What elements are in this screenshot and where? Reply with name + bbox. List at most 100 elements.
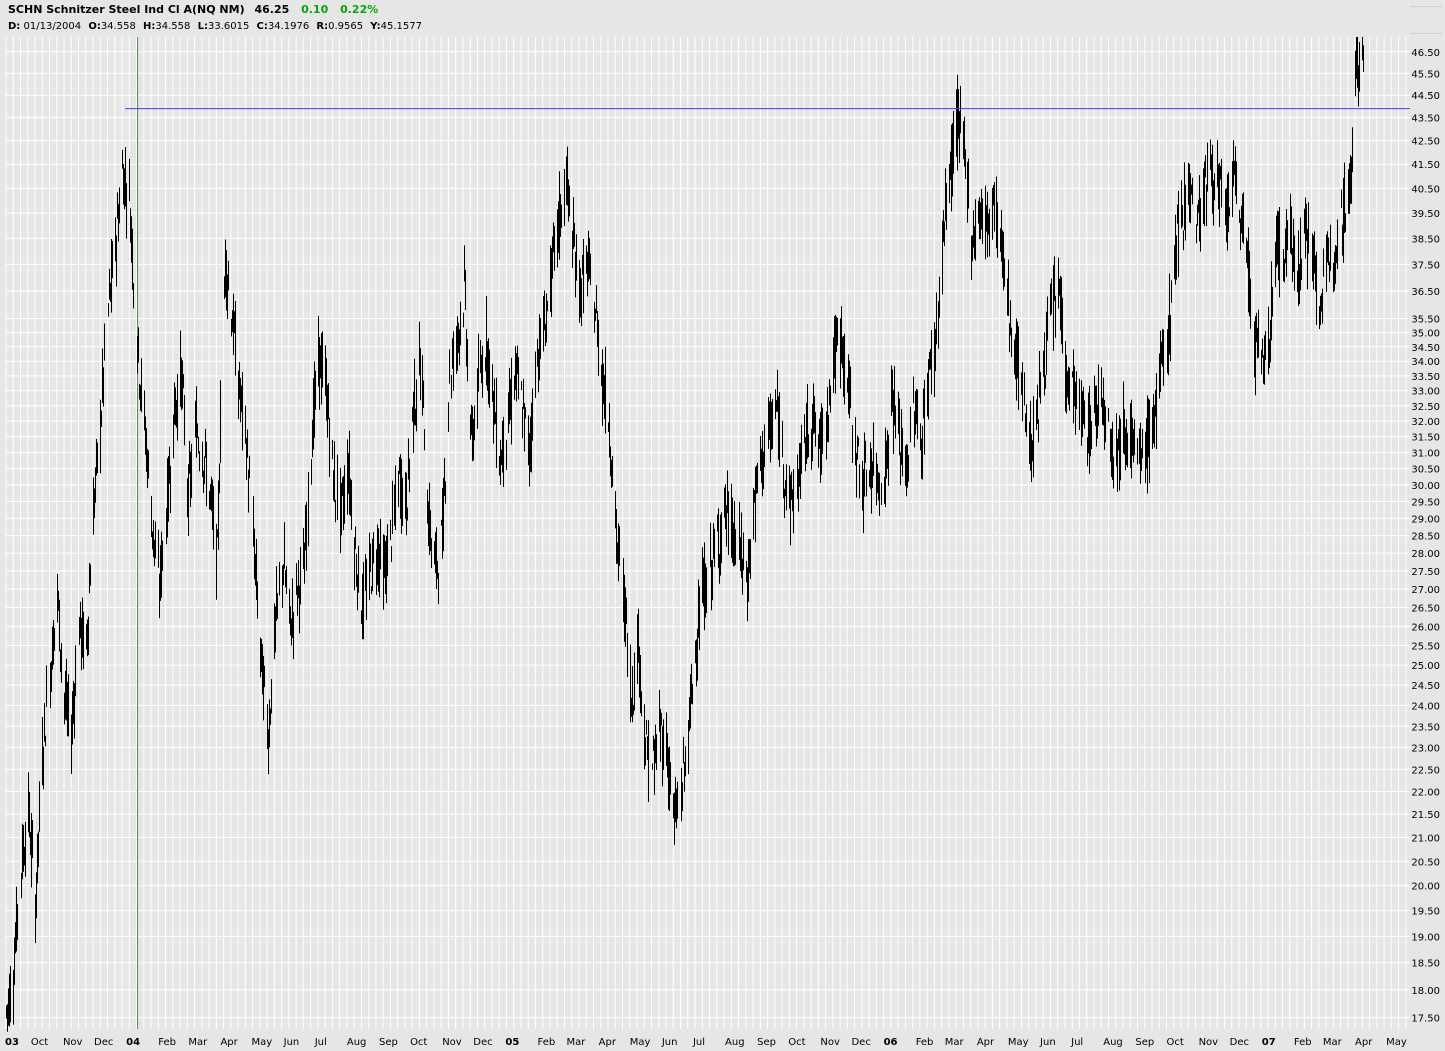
x-tick-label: Apr: [220, 1037, 238, 1048]
y-tick-label: 24.00: [1411, 701, 1440, 712]
y-tick-label: 27.00: [1411, 585, 1440, 596]
y-tick-label: 32.50: [1411, 402, 1440, 413]
y-tick-label: 25.00: [1411, 661, 1440, 672]
x-tick-label: Jul: [692, 1037, 705, 1048]
open-label: O:: [88, 21, 101, 32]
y-tick-label: 18.50: [1411, 959, 1440, 970]
x-tick-label: Feb: [1294, 1037, 1312, 1048]
y-tick-label: 37.50: [1411, 260, 1440, 271]
y-tick-label: 40.50: [1411, 184, 1440, 195]
x-tick-label: 07: [1262, 1037, 1276, 1048]
y-tick-label: 23.50: [1411, 722, 1440, 733]
x-tick-label: Oct: [788, 1037, 805, 1048]
x-tick-label: May: [252, 1037, 273, 1048]
y-tick-label: 42.50: [1411, 137, 1440, 148]
x-tick-label: Dec: [473, 1037, 492, 1048]
x-tick-label: Feb: [916, 1037, 934, 1048]
title-line: SCHN Schnitzer Steel Ind Cl A(NQ NM) 46.…: [8, 3, 378, 16]
x-tick-label: 04: [126, 1037, 140, 1048]
y-tick-label: 31.50: [1411, 433, 1440, 444]
y-tick-label: 32.00: [1411, 417, 1440, 428]
y-tick-label: 41.50: [1411, 160, 1440, 171]
y-tick-label: 19.00: [1411, 932, 1440, 943]
close-value: 34.1976: [267, 21, 310, 32]
x-tick-label: Oct: [1166, 1037, 1183, 1048]
x-tick-label: Dec: [1230, 1037, 1249, 1048]
y-tick-label: 33.50: [1411, 372, 1440, 383]
y-tick-label: 24.50: [1411, 681, 1440, 692]
y-tick-label: 46.50: [1411, 48, 1440, 59]
y-tick-label: 29.00: [1411, 514, 1440, 525]
y-tick-label: 36.50: [1411, 287, 1440, 298]
x-tick-label: May: [1386, 1037, 1407, 1048]
y-tick-label: 26.50: [1411, 604, 1440, 615]
y-tick-label: 34.00: [1411, 357, 1440, 368]
y-tick-label: 21.50: [1411, 810, 1440, 821]
date-label: D:: [8, 21, 21, 32]
chart-header: SCHN Schnitzer Steel Ind Cl A(NQ NM) 46.…: [0, 0, 1445, 37]
r-label: R:: [316, 21, 329, 32]
low-value: 33.6015: [207, 21, 250, 32]
x-tick-label: Nov: [1199, 1037, 1219, 1048]
x-tick-label: Apr: [1355, 1037, 1373, 1048]
x-tick-label: Aug: [1103, 1037, 1123, 1048]
x-tick-label: Feb: [538, 1037, 556, 1048]
x-tick-label: 03: [5, 1037, 19, 1048]
x-tick-label: Sep: [379, 1037, 398, 1048]
x-tick-label: 05: [505, 1037, 519, 1048]
price-chart[interactable]: 17.50 18.00 18.50 19.00 19.50 20.00 20.50 21.00…: [0, 37, 1445, 1051]
x-tick-label: Mar: [1323, 1037, 1343, 1048]
y-tick-label: 22.50: [1411, 765, 1440, 776]
y-value: 45.1577: [380, 21, 423, 32]
x-tick-label: Jun: [1039, 1037, 1056, 1048]
y-tick-label: 45.50: [1411, 69, 1440, 80]
x-tick-label: Aug: [725, 1037, 745, 1048]
y-tick-label: 20.00: [1411, 882, 1440, 893]
y-tick-label: 19.50: [1411, 907, 1440, 918]
x-tick-label: Apr: [977, 1037, 995, 1048]
last-price: 46.25: [254, 3, 290, 16]
y-tick-label: 34.50: [1411, 343, 1440, 354]
low-label: L:: [197, 21, 208, 32]
x-tick-label: Jul: [314, 1037, 327, 1048]
x-tick-label: Nov: [63, 1037, 83, 1048]
date-value: 01/13/2004: [23, 21, 82, 32]
y-tick-label: 20.50: [1411, 857, 1440, 868]
high-value: 34.558: [155, 21, 191, 32]
y-tick-label: 31.00: [1411, 449, 1440, 460]
y-tick-label: 30.00: [1411, 481, 1440, 492]
y-label: Y:: [370, 21, 381, 32]
y-tick-label: 23.00: [1411, 744, 1440, 755]
x-tick-label: Aug: [347, 1037, 367, 1048]
x-tick-label: Nov: [820, 1037, 840, 1048]
y-tick-label: 18.00: [1411, 986, 1440, 997]
open-value: 34.558: [100, 21, 136, 32]
y-tick-label: 22.00: [1411, 787, 1440, 798]
x-tick-label: May: [1008, 1037, 1029, 1048]
y-tick-label: 28.50: [1411, 532, 1440, 543]
x-tick-label: Oct: [410, 1037, 427, 1048]
x-tick-label: Apr: [599, 1037, 617, 1048]
price-change: 0.10: [301, 3, 329, 16]
high-label: H:: [143, 21, 156, 32]
y-tick-label: 25.50: [1411, 642, 1440, 653]
y-tick-label: 33.00: [1411, 387, 1440, 398]
y-tick-label: 28.00: [1411, 549, 1440, 560]
y-tick-label: 38.50: [1411, 234, 1440, 245]
y-tick-label: 29.50: [1411, 498, 1440, 509]
x-tick-label: Mar: [945, 1037, 965, 1048]
y-tick-label: 17.50: [1411, 1014, 1440, 1025]
x-tick-label: Nov: [442, 1037, 462, 1048]
x-tick-label: Mar: [567, 1037, 587, 1048]
x-tick-label: Sep: [1135, 1037, 1154, 1048]
y-tick-label: 35.00: [1411, 329, 1440, 340]
x-tick-label: Jul: [1070, 1037, 1083, 1048]
x-tick-label: Jun: [283, 1037, 300, 1048]
y-tick-label: 35.50: [1411, 315, 1440, 326]
price-change-percent: 0.22%: [340, 3, 379, 16]
x-tick-label: Feb: [158, 1037, 176, 1048]
symbol-title: SCHN Schnitzer Steel Ind Cl A(NQ NM): [8, 3, 245, 16]
x-tick-label: Dec: [851, 1037, 870, 1048]
x-tick-label: Dec: [94, 1037, 113, 1048]
x-tick-label: Mar: [188, 1037, 208, 1048]
